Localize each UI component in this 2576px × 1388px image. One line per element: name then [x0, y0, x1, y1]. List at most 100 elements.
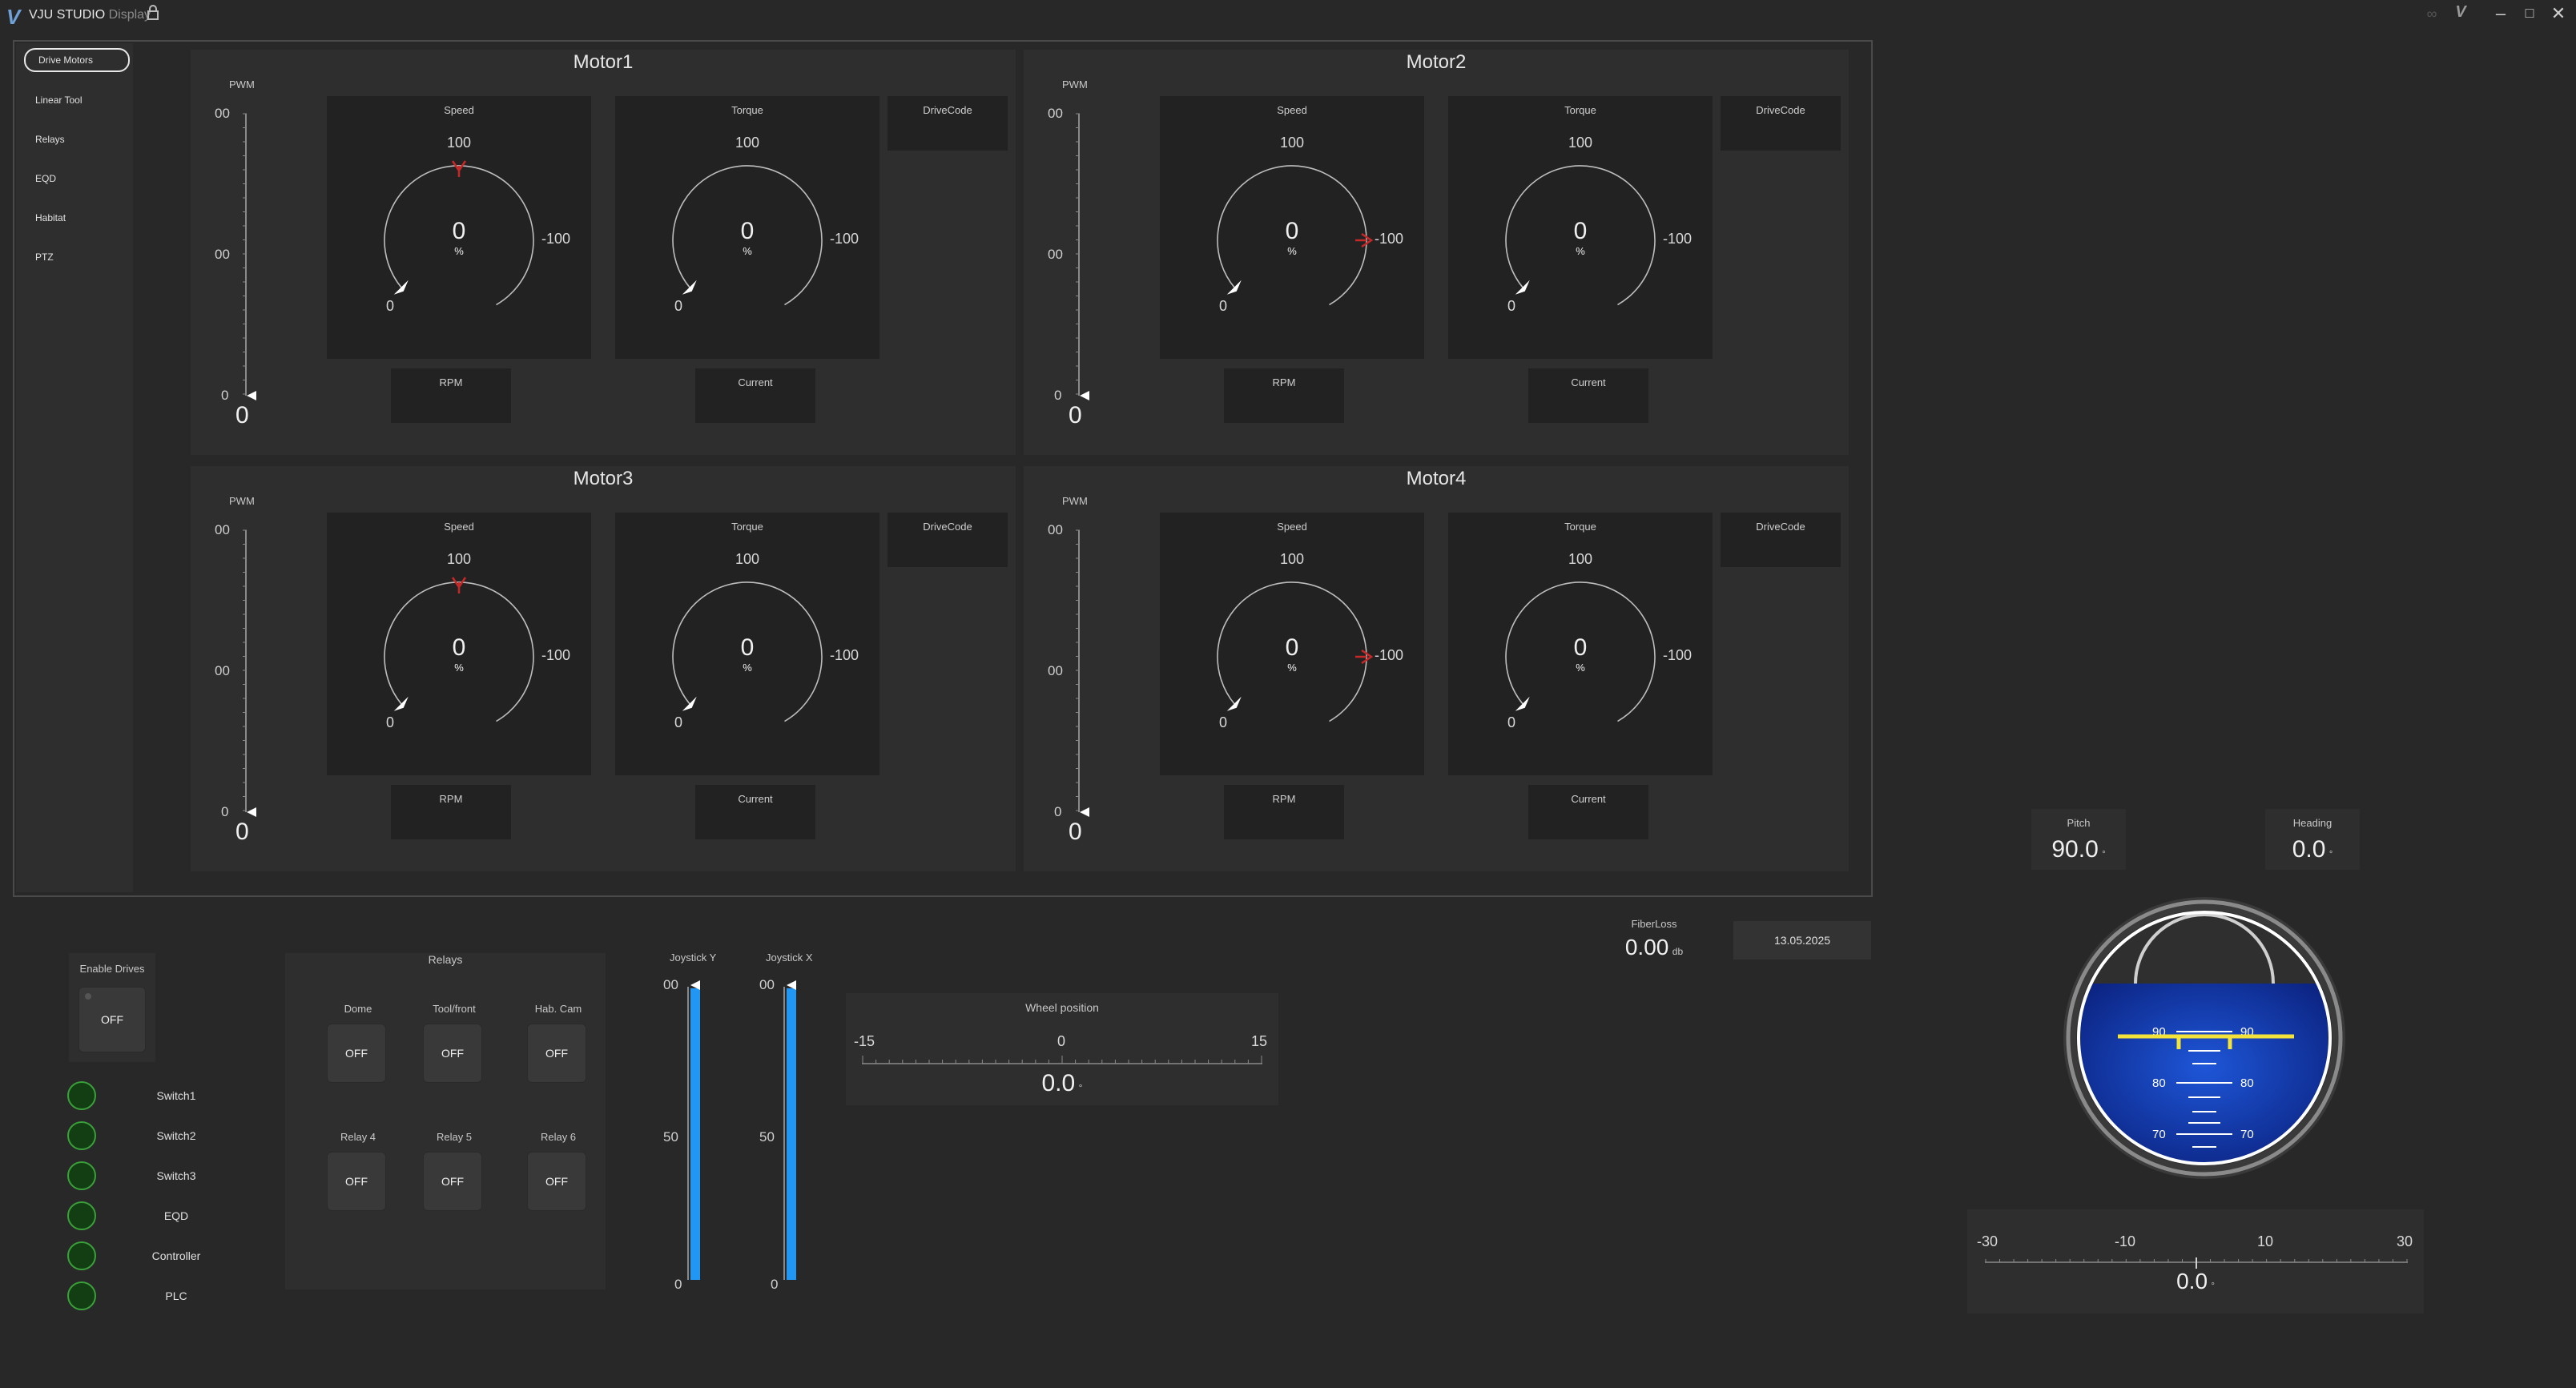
speed-dial	[1217, 581, 1374, 722]
minimize-icon[interactable]: –	[2489, 3, 2512, 24]
pwm-ticks	[1076, 113, 1080, 395]
speed-arc	[384, 165, 534, 306]
motor-title: Motor2	[1406, 51, 1467, 73]
joystick-x-label: Joystick X	[766, 951, 813, 964]
pwm-marker-icon[interactable]	[247, 391, 256, 400]
indicator-label: Switch2	[156, 1129, 196, 1142]
nav-item-habitat[interactable]: Habitat	[35, 212, 66, 223]
pwm-top-label: 00	[215, 106, 230, 121]
current-tile: Current	[695, 785, 815, 839]
pwm-mid-label: 00	[215, 247, 230, 262]
nav-item-eqd[interactable]: EQD	[35, 173, 56, 184]
relay-toggle-button[interactable]: OFF	[527, 1024, 586, 1083]
relay-label: Hab. Cam	[534, 1003, 582, 1015]
nav-item-relays[interactable]: Relays	[35, 134, 65, 145]
rpm-label: RPM	[1272, 793, 1296, 805]
pwm-mid-label: 00	[1048, 247, 1063, 262]
relay-toggle-button[interactable]: OFF	[327, 1024, 386, 1083]
indicator-label: EQD	[163, 1209, 189, 1222]
speed-dial	[384, 160, 534, 306]
torque-gauge-tile: Torque 100 -100 0 0%	[615, 513, 879, 775]
wheel-unit: °	[1078, 1082, 1083, 1093]
enable-drives-state: OFF	[101, 1013, 123, 1026]
joystick-y-mid: 50	[663, 1129, 678, 1145]
speed-arc	[1217, 165, 1367, 306]
current-label: Current	[1571, 376, 1606, 388]
drivecode-label: DriveCode	[923, 104, 972, 116]
relay-toggle-button[interactable]: OFF	[527, 1152, 586, 1211]
maximize-icon[interactable]: □	[2518, 5, 2541, 22]
relay-state: OFF	[545, 1175, 568, 1188]
joystick-y-axis	[687, 987, 689, 1280]
speed-dial	[1217, 165, 1374, 306]
date-display: 13.05.2025	[1733, 921, 1871, 960]
status-led-icon	[67, 1081, 96, 1110]
status-led-icon	[67, 1161, 96, 1190]
motor-panel-4: Motor4 PWM 00 00 0 0 Speed 100 -100 0 0% Torque 100-…	[1024, 466, 1849, 871]
app-title-sub: Display	[108, 8, 151, 22]
joystick-y-marker-icon[interactable]	[690, 980, 700, 990]
joystick-y-bar	[690, 988, 700, 1280]
indicator-label: Switch3	[156, 1169, 196, 1182]
torque-dial	[672, 165, 823, 306]
pwm-ticks	[243, 529, 247, 811]
nav-item-ptz[interactable]: PTZ	[35, 251, 54, 263]
vju-logo-icon[interactable]: V	[2449, 3, 2472, 22]
torque-arc	[672, 165, 823, 306]
pwm-label: PWM	[229, 78, 255, 91]
torque-dial	[1505, 581, 1656, 722]
pwm-zero-label: 0	[221, 804, 229, 819]
pwm-marker-icon[interactable]	[247, 807, 256, 817]
joystick-x-mid: 50	[759, 1129, 775, 1145]
rpm-label: RPM	[1272, 376, 1296, 388]
joystick-y-bottom: 0	[674, 1277, 682, 1292]
drivecode-label: DriveCode	[923, 521, 972, 533]
speed-gauge-tile: Speed 100 -100 0 0%	[1160, 96, 1424, 359]
joystick-x-bottom: 0	[771, 1277, 779, 1292]
speed-gauge-tile: Speed 100 -100 0 0%	[327, 513, 591, 775]
pwm-value: 0	[235, 402, 249, 428]
roll-tick-label-2: 10	[2257, 1233, 2274, 1249]
relay-toggle-button[interactable]: OFF	[423, 1152, 482, 1211]
pwm-label: PWM	[1062, 78, 1088, 91]
motor-title: Motor1	[573, 51, 634, 73]
title-bar: V VJU STUDIO Display ∞ V – □ ✕	[0, 0, 2576, 29]
drivecode-label: DriveCode	[1756, 521, 1805, 533]
pwm-ticks	[1076, 529, 1080, 811]
motor-panel-2: Motor2 PWM 00 00 0 0 Speed 100 -100 0 0% Torque 100-…	[1024, 50, 1849, 455]
pwm-marker-icon[interactable]	[1080, 807, 1089, 817]
relay-state: OFF	[345, 1175, 368, 1188]
indicator-label: Switch1	[156, 1089, 196, 1102]
roll-scale	[1985, 1257, 2408, 1269]
relay-toggle-button[interactable]: OFF	[327, 1152, 386, 1211]
wheel-mid-label: 0	[1057, 1033, 1066, 1049]
relay-toggle-button[interactable]: OFF	[423, 1024, 482, 1083]
speed-arc	[384, 581, 534, 722]
wheel-min-label: -15	[854, 1033, 875, 1049]
drivecode-tile: DriveCode	[1721, 96, 1841, 151]
joystick-x-top: 00	[759, 977, 775, 992]
current-tile: Current	[1528, 785, 1648, 839]
pwm-top-label: 00	[1048, 522, 1063, 537]
pwm-label: PWM	[1062, 495, 1088, 507]
link-icon[interactable]: ∞	[2421, 6, 2443, 22]
joystick-y-top: 00	[663, 977, 678, 992]
sidebar-nav: Drive Motors Linear Tool Relays EQD Habi…	[16, 43, 133, 892]
nav-item-linear-tool[interactable]: Linear Tool	[35, 95, 83, 106]
lock-icon[interactable]	[146, 5, 160, 21]
pwm-marker-icon[interactable]	[1080, 391, 1089, 400]
motor-panel-3: Motor3 PWM 00 00 0 0 Speed 100 -100 0 0% Torque 100-…	[191, 466, 1016, 871]
status-led-icon	[67, 1201, 96, 1230]
joystick-x-marker-icon[interactable]	[787, 980, 796, 990]
status-led-icon	[67, 1121, 96, 1150]
roll-unit: °	[2211, 1281, 2215, 1291]
relay-state: OFF	[545, 1047, 568, 1060]
nav-item-drive-motors[interactable]: Drive Motors	[24, 48, 130, 72]
relay-state: OFF	[441, 1047, 464, 1060]
app-logo-icon: V	[6, 5, 21, 29]
current-tile: Current	[695, 368, 815, 423]
app-title-main: STUDIO	[56, 8, 106, 22]
relay-label: Relay 5	[436, 1131, 473, 1143]
close-icon[interactable]: ✕	[2547, 3, 2570, 24]
pwm-mid-label: 00	[1048, 663, 1063, 678]
